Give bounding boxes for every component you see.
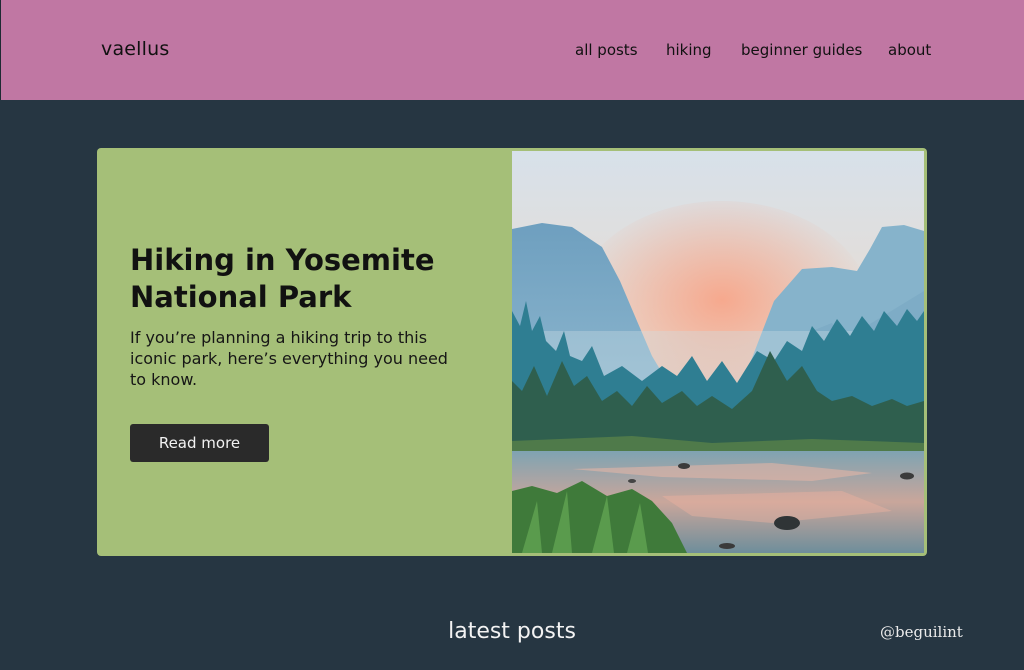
- site-header: vaellus all posts hiking beginner guides…: [0, 0, 1024, 100]
- nav-link-beginner-guides[interactable]: beginner guides: [741, 41, 862, 59]
- credit-handle[interactable]: @beguilint: [880, 623, 963, 641]
- featured-post-card: Hiking in Yosemite National Park If you’…: [97, 148, 927, 556]
- main-nav: all posts hiking beginner guides about: [1, 41, 1024, 63]
- latest-posts-heading: latest posts: [448, 619, 576, 644]
- read-more-button[interactable]: Read more: [130, 424, 269, 462]
- nav-link-hiking[interactable]: hiking: [666, 41, 712, 59]
- featured-post-description: If you’re planning a hiking trip to this…: [130, 328, 448, 389]
- featured-post-title: Hiking in Yosemite National Park: [130, 243, 435, 314]
- nav-link-about[interactable]: about: [888, 41, 931, 59]
- featured-post-image: [512, 151, 924, 553]
- nav-link-all-posts[interactable]: all posts: [575, 41, 638, 59]
